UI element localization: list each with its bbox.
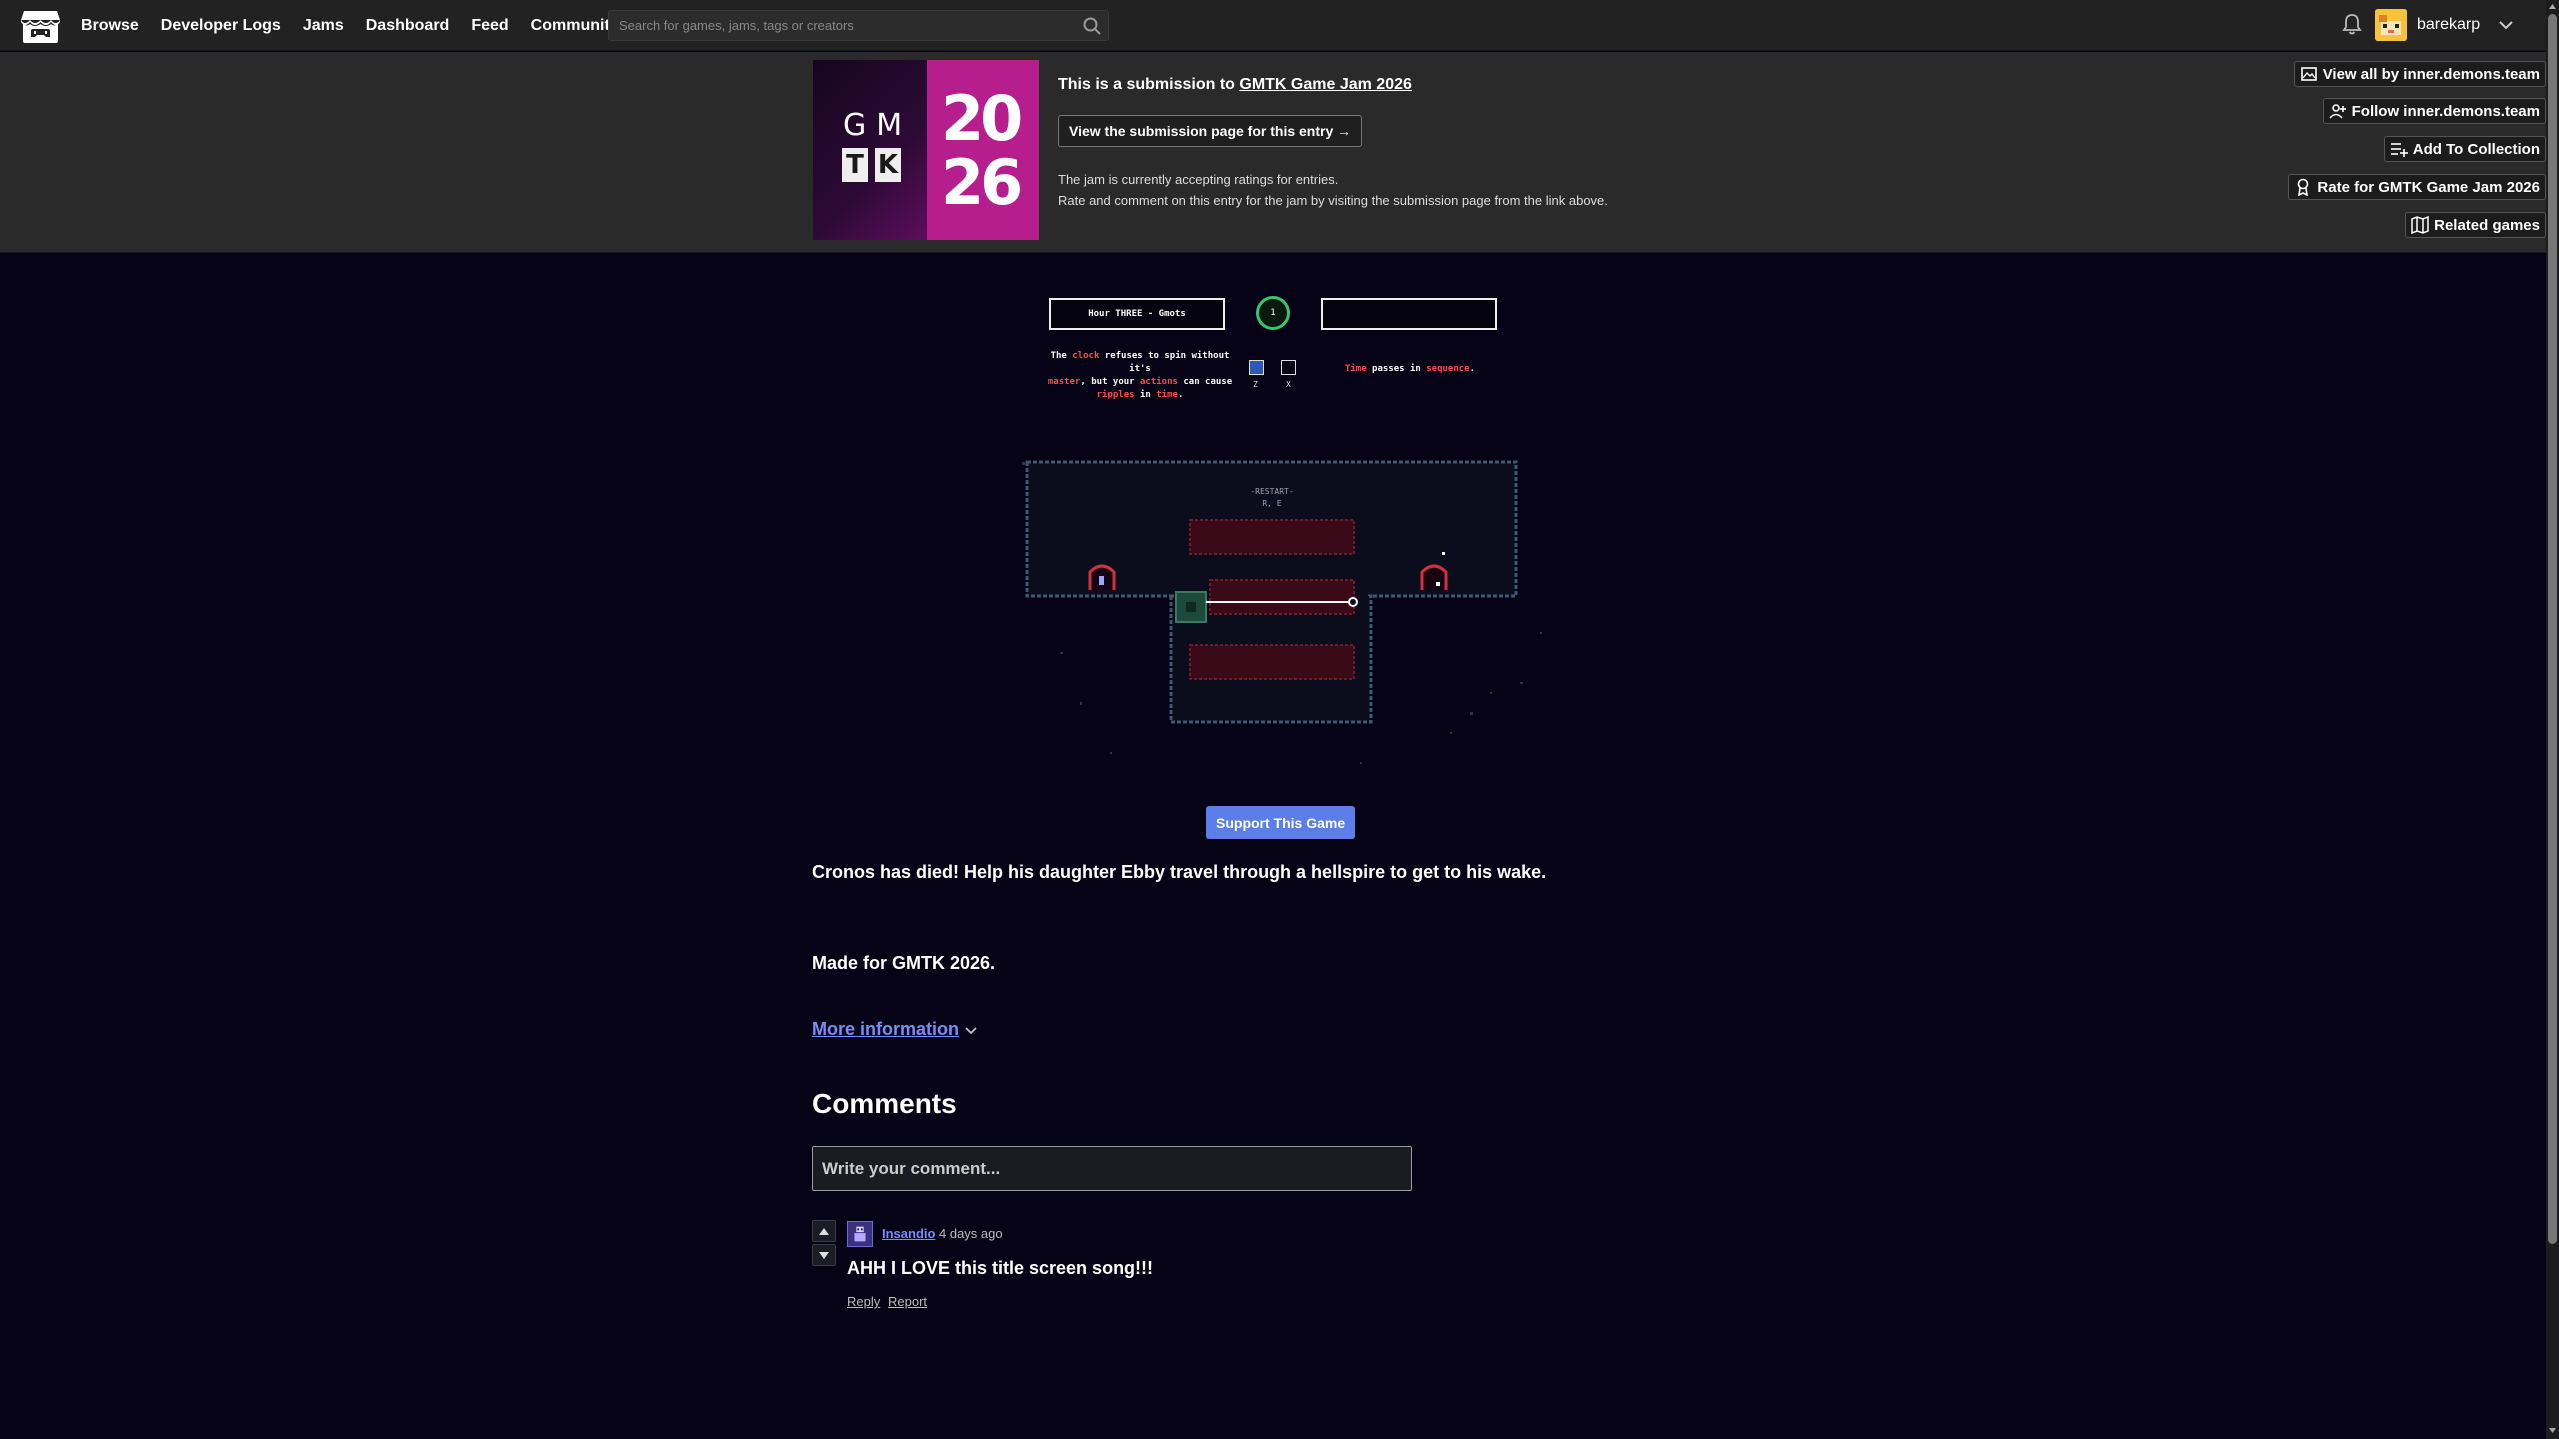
commenter-username-link[interactable]: Insandio bbox=[882, 1226, 935, 1241]
collection-label: Add To Collection bbox=[2412, 140, 2540, 158]
jam-logo-year-bottom: 26 bbox=[941, 146, 1023, 219]
map-icon bbox=[2411, 216, 2429, 234]
username-label: barekarp bbox=[2417, 16, 2481, 33]
game-description-line-1: Cronos has died! Help his daughter Ebby … bbox=[812, 862, 1547, 882]
scroll-down-arrow-icon[interactable] bbox=[2548, 1426, 2557, 1435]
related-label: Related games bbox=[2434, 216, 2540, 234]
hint-clock-text: The clock refuses to spin without it's m… bbox=[1047, 351, 1233, 400]
add-to-collection-button[interactable]: Add To Collection bbox=[2383, 136, 2546, 162]
restart-keys: R, E bbox=[1262, 499, 1281, 508]
search-icon[interactable] bbox=[1082, 16, 1102, 36]
upvote-button[interactable] bbox=[812, 1220, 836, 1242]
jam-logo-k: K bbox=[875, 148, 901, 182]
reply-link[interactable]: Reply bbox=[847, 1294, 880, 1309]
top-navigation-bar: Browse Developer Logs Jams Dashboard Fee… bbox=[0, 0, 2559, 51]
more-information-toggle[interactable]: More information bbox=[812, 1019, 977, 1040]
report-link[interactable]: Report bbox=[888, 1294, 927, 1309]
notification-bell-icon[interactable] bbox=[2342, 13, 2362, 35]
related-games-button[interactable]: Related games bbox=[2405, 212, 2546, 238]
jam-rate-text: Rate and comment on this entry for the j… bbox=[1058, 193, 1608, 208]
jam-logo-year-top: 20 bbox=[941, 82, 1023, 155]
comment-input-box bbox=[812, 1146, 1412, 1191]
submission-prefix: This is a submission to bbox=[1058, 76, 1240, 93]
rate-label: Rate for GMTK Game Jam 2026 bbox=[2317, 178, 2540, 196]
jam-link[interactable]: GMTK Game Jam 2026 bbox=[1239, 76, 1412, 93]
hint-sequence-text: Time passes in sequence. bbox=[1344, 364, 1476, 374]
view-all-label: View all by inner.demons.team bbox=[2322, 65, 2540, 83]
key-x-box bbox=[1281, 360, 1296, 375]
follow-author-button[interactable]: Follow inner.demons.team bbox=[2322, 98, 2546, 124]
jam-cover-image[interactable]: GM T K 20 26 bbox=[813, 60, 1039, 240]
nav-developer-logs[interactable]: Developer Logs bbox=[161, 17, 281, 35]
jam-status-text: The jam is currently accepting ratings f… bbox=[1058, 172, 1339, 187]
user-plus-icon bbox=[2329, 104, 2346, 119]
view-submission-page-button[interactable]: View the submission page for this entry … bbox=[1058, 115, 1363, 147]
submission-notice: This is a submission to GMTK Game Jam 20… bbox=[1058, 76, 1412, 94]
key-z-label: Z bbox=[1253, 380, 1258, 389]
main-nav-links: Browse Developer Logs Jams Dashboard Fee… bbox=[81, 0, 619, 51]
chevron-down-icon[interactable] bbox=[2498, 20, 2514, 30]
view-all-by-author-button[interactable]: View all by inner.demons.team bbox=[2293, 61, 2546, 87]
award-ribbon-icon bbox=[2298, 178, 2309, 196]
itchio-logo-icon[interactable] bbox=[20, 7, 61, 44]
user-avatar bbox=[2375, 9, 2407, 41]
nav-jams[interactable]: Jams bbox=[303, 17, 344, 35]
game-level-view: -RESTART- R, E bbox=[1022, 460, 1542, 764]
nav-feed[interactable]: Feed bbox=[471, 17, 508, 35]
hud-level-box: Hour THREE - Gmots bbox=[1049, 298, 1225, 330]
support-this-game-button[interactable]: Support This Game bbox=[1206, 806, 1356, 839]
nav-browse[interactable]: Browse bbox=[81, 17, 139, 35]
restart-hint: -RESTART- bbox=[1250, 487, 1293, 496]
commenter-avatar[interactable] bbox=[847, 1221, 873, 1247]
nav-dashboard[interactable]: Dashboard bbox=[366, 17, 450, 35]
jam-logo-right: 20 26 bbox=[927, 60, 1039, 240]
arrow-down-icon bbox=[819, 1251, 829, 1259]
user-menu[interactable]: barekarp bbox=[2375, 9, 2514, 41]
scroll-up-arrow-icon[interactable] bbox=[2548, 2, 2557, 11]
scrollbar-thumb[interactable] bbox=[2548, 14, 2557, 1244]
jam-logo-left: GM T K bbox=[813, 60, 927, 240]
nav-community[interactable]: Community bbox=[531, 17, 619, 35]
hud-empty-box bbox=[1321, 298, 1497, 330]
comment-timestamp: 4 days ago bbox=[939, 1226, 1003, 1241]
comments-heading: Comments bbox=[812, 1088, 957, 1119]
jam-logo-gm: GM bbox=[843, 108, 913, 143]
search-bar bbox=[608, 10, 1109, 41]
image-gallery-icon bbox=[2300, 67, 2317, 81]
more-information-label: More information bbox=[812, 1019, 959, 1039]
rate-for-jam-button[interactable]: Rate for GMTK Game Jam 2026 bbox=[2288, 174, 2546, 200]
jam-logo-t: T bbox=[842, 148, 868, 182]
downvote-button[interactable] bbox=[812, 1244, 836, 1266]
jam-submission-banner: GM T K 20 26 This is a submission to GMT… bbox=[0, 52, 2559, 253]
game-description-line-2: Made for GMTK 2026. bbox=[812, 953, 996, 973]
key-z-box bbox=[1249, 360, 1264, 375]
search-input[interactable] bbox=[609, 11, 1069, 40]
playlist-add-icon bbox=[2390, 143, 2408, 157]
follow-label: Follow inner.demons.team bbox=[2351, 102, 2540, 120]
arrow-up-icon bbox=[819, 1227, 829, 1235]
clock-icon: 1 bbox=[1256, 296, 1290, 330]
comment-body: AHH I LOVE this title screen song!!! bbox=[847, 1258, 1154, 1278]
key-x-label: X bbox=[1286, 380, 1291, 389]
chevron-down-icon bbox=[965, 1026, 977, 1034]
game-embed-frame[interactable]: Hour THREE - Gmots 1 The clock refuses t… bbox=[1020, 272, 1560, 782]
comment-input[interactable] bbox=[813, 1147, 1411, 1190]
